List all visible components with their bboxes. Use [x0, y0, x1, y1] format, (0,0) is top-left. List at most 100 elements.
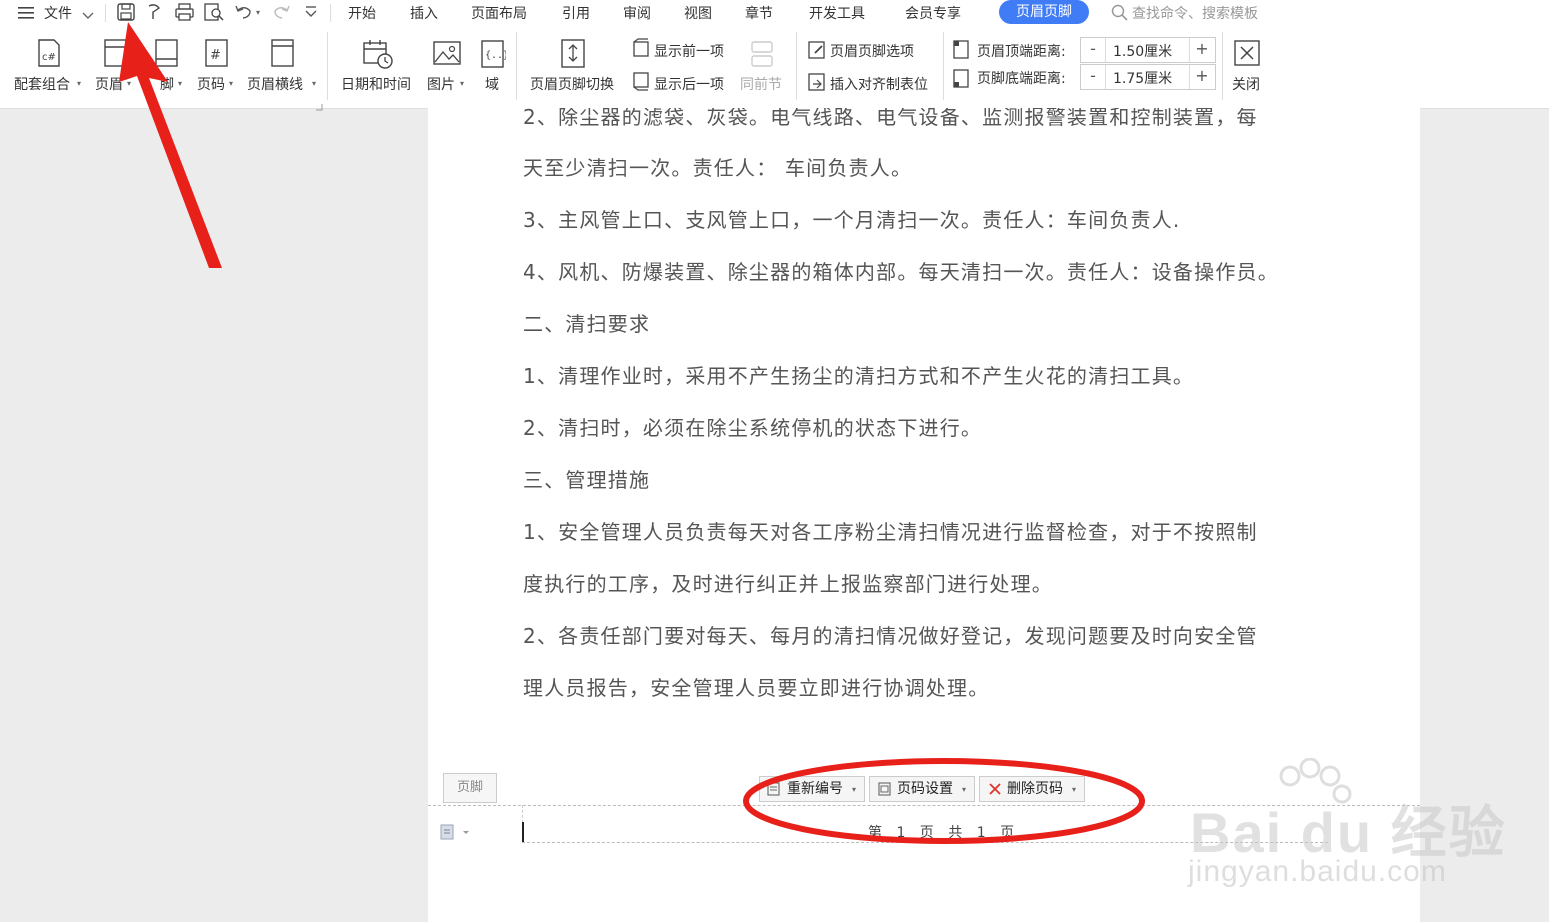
footer-bottom-distance-icon [951, 68, 971, 94]
page-settings-icon [878, 782, 891, 796]
chevron-down-icon: ▾ [1072, 785, 1077, 794]
svg-text:#: # [210, 48, 221, 63]
insert-align-tab-button[interactable]: 插入对齐制表位 [830, 74, 928, 94]
tab-view[interactable]: 视图 [684, 3, 712, 23]
undo-dropdown-caret[interactable]: ▾ [256, 8, 260, 17]
paragraph-line: 2、清扫时，必须在除尘系统停机的状态下进行。 [523, 416, 983, 440]
close-header-footer-button[interactable]: 关闭 [1232, 74, 1260, 94]
delete-x-icon [989, 783, 1001, 795]
chevron-down-icon: ▾ [852, 785, 857, 794]
group-launcher-icon[interactable] [315, 96, 323, 115]
delete-page-number-label: 删除页码 [1007, 781, 1063, 797]
date-time-button[interactable]: 日期和时间 [341, 74, 411, 94]
menu-bar: 文件 ▾ 开始 插入 页面布局 引用 审阅 视图 章节 开发工具 会员专享 页眉… [0, 0, 1549, 26]
header-line-icon [270, 38, 296, 72]
renumber-icon [767, 782, 780, 796]
delete-page-number-button[interactable]: 删除页码 ▾ [979, 776, 1085, 802]
footer-tag: 页脚 [443, 773, 497, 803]
show-next-icon [631, 71, 651, 95]
switch-header-footer-icon [560, 38, 588, 74]
chevron-down-icon[interactable]: ▾ [127, 79, 131, 88]
hamburger-menu-icon[interactable] [18, 5, 36, 19]
search-icon [1111, 4, 1129, 26]
chevron-down-icon[interactable]: ▾ [229, 79, 233, 88]
combo-set-button[interactable]: 配套组合 [14, 74, 70, 94]
renumber-button[interactable]: 重新编号 ▾ [759, 776, 865, 802]
increase-button[interactable]: + [1189, 38, 1214, 62]
paragraph-line: 天至少清扫一次。责任人： 车间负责人。 [523, 156, 913, 180]
combo-set-icon: c# [36, 38, 62, 72]
format-painter-icon[interactable] [145, 2, 167, 22]
divider [327, 32, 328, 100]
ribbon: c# 配套组合 ▾ 页眉 ▾ 脚 ▾ # 页码 ▾ 页眉横线 ▾ 日期和时间 图… [0, 26, 1549, 111]
chevron-down-icon[interactable]: ▾ [312, 79, 316, 88]
field-button[interactable]: 域 [485, 74, 499, 94]
svg-text:{..}: {..} [485, 50, 506, 61]
chevron-down-icon[interactable]: ▾ [460, 79, 464, 88]
paragraph-line: 1、安全管理人员负责每天对各工序粉尘清扫情况进行监督检查，对于不按照制 [523, 520, 1258, 544]
header-top-distance-label: 页眉顶端距离: [977, 44, 1066, 60]
increase-button[interactable]: + [1189, 65, 1214, 89]
header-button[interactable]: 页眉 [95, 74, 123, 94]
svg-text:c#: c# [42, 52, 56, 63]
tab-sections[interactable]: 章节 [745, 3, 773, 23]
divider [105, 4, 106, 22]
field-icon: {..} [480, 39, 509, 73]
footer-bottom-distance-input[interactable]: 1.75厘米 [1113, 68, 1172, 88]
section-heading: 三、管理措施 [523, 468, 651, 492]
chevron-down-icon[interactable]: ▾ [178, 79, 182, 88]
page-number-text[interactable]: 第 1 页 共 1 页 [868, 822, 1019, 842]
chevron-down-icon: ▾ [962, 785, 967, 794]
decrease-button[interactable]: - [1081, 38, 1106, 62]
divider [943, 32, 944, 100]
header-top-distance-icon [951, 38, 971, 64]
print-icon[interactable] [174, 2, 196, 22]
footer-icon [154, 38, 180, 72]
header-footer-options-icon [807, 40, 827, 64]
align-tab-icon [807, 72, 827, 96]
paragraph-line: 1、清理作业时，采用不产生扬尘的清扫方式和不产生火花的清扫工具。 [523, 364, 1195, 388]
picture-button[interactable]: 图片 [427, 74, 455, 94]
paste-options-icon[interactable] [439, 823, 471, 845]
page-number-icon: # [204, 38, 230, 72]
print-preview-icon[interactable] [203, 2, 225, 22]
tab-developer[interactable]: 开发工具 [809, 3, 865, 23]
header-icon [103, 38, 129, 72]
tab-member[interactable]: 会员专享 [905, 3, 961, 23]
file-menu[interactable]: 文件 [44, 3, 72, 23]
show-next-button[interactable]: 显示后一项 [654, 74, 724, 94]
same-as-previous-icon [750, 40, 774, 74]
page-number-settings-button[interactable]: 页码设置 ▾ [869, 776, 975, 802]
tab-page-layout[interactable]: 页面布局 [471, 3, 527, 23]
paragraph-line: 度执行的工序，及时进行纠正并上报监察部门进行处理。 [523, 572, 1053, 596]
decrease-button[interactable]: - [1081, 65, 1106, 89]
chevron-down-icon[interactable] [82, 6, 94, 25]
paragraph-line: 理人员报告，安全管理人员要立即进行协调处理。 [523, 676, 990, 700]
undo-icon[interactable] [233, 2, 255, 22]
close-icon [1233, 39, 1261, 71]
same-as-previous-button[interactable]: 同前节 [740, 74, 782, 94]
tab-references[interactable]: 引用 [562, 3, 590, 23]
show-previous-button[interactable]: 显示前一项 [654, 41, 724, 61]
customize-toolbar-icon[interactable] [303, 2, 325, 22]
redo-icon[interactable] [270, 2, 292, 22]
switch-header-footer-button[interactable]: 页眉页脚切换 [530, 74, 614, 94]
footer-bottom-distance-spinner: - 1.75厘米 + [1080, 64, 1216, 90]
footer-button[interactable]: 脚 [160, 74, 174, 94]
tab-insert[interactable]: 插入 [410, 3, 438, 23]
show-previous-icon [631, 38, 651, 62]
header-top-distance-spinner: - 1.50厘米 + [1080, 37, 1216, 63]
header-footer-options-button[interactable]: 页眉页脚选项 [830, 41, 914, 61]
chevron-down-icon[interactable]: ▾ [77, 79, 81, 88]
renumber-label: 重新编号 [787, 781, 843, 797]
footer-bottom-distance-label: 页脚底端距离: [977, 71, 1066, 87]
header-top-distance-input[interactable]: 1.50厘米 [1113, 41, 1172, 61]
tab-header-footer[interactable]: 页眉页脚 [999, 0, 1089, 24]
page-number-button[interactable]: 页码 [197, 74, 225, 94]
page-settings-label: 页码设置 [897, 781, 953, 797]
header-line-button[interactable]: 页眉横线 [247, 74, 303, 94]
search-input[interactable]: 查找命令、搜索模板 [1132, 3, 1258, 23]
tab-review[interactable]: 审阅 [623, 3, 651, 23]
save-icon[interactable] [116, 2, 138, 22]
tab-home[interactable]: 开始 [348, 3, 376, 23]
